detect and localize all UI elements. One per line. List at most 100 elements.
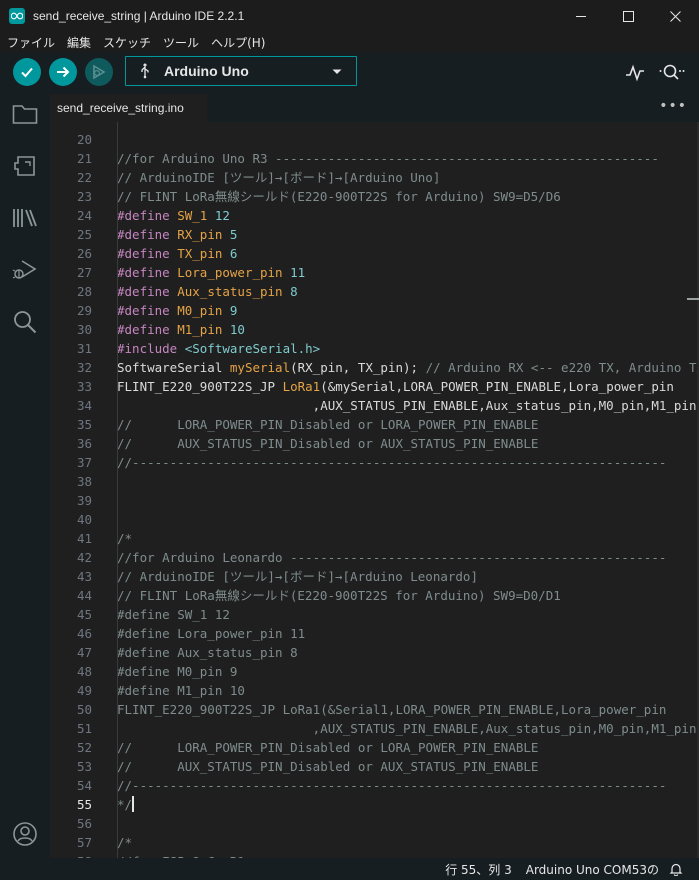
arduino-logo-icon [9,8,25,24]
code-line: #define Aux_status_pin 8 [117,282,298,301]
bell-icon [669,863,683,876]
line-number: 46 [76,626,92,641]
line-number: 42 [76,550,92,565]
board-name: Arduino Uno [164,63,249,79]
code-token: FLINT_E220_900T22S_JP LoRa1(&Serial1,LOR… [117,702,667,717]
usb-icon [141,63,149,79]
code-token: #define Aux_status_pin 8 [117,645,298,660]
menu-sketch[interactable]: スケッチ [103,34,151,51]
toolbar: Arduino Uno [0,52,699,94]
search-button[interactable] [11,308,39,336]
code-token: Aux_status_pin [177,284,283,299]
line-number: 33 [76,379,92,394]
line-number: 26 [76,246,92,261]
notifications-button[interactable] [669,862,683,876]
debug-view-button[interactable] [11,256,39,284]
line-number: 51 [76,721,92,736]
arrow-right-icon [57,66,70,78]
boards-manager-button[interactable] [11,152,39,180]
title-bar: send_receive_string | Arduino IDE 2.2.1 [0,0,699,32]
code-token: 6 [229,246,238,261]
more-actions-icon[interactable]: ••• [659,98,687,114]
search-icon [14,311,37,334]
minimize-button[interactable] [558,0,605,32]
code-token: #define [117,322,178,337]
library-icon [13,209,37,227]
code-token: //--------------------------------------… [117,778,667,793]
tab-label: send_receive_string.ino [57,101,184,115]
activity-sidebar [0,94,50,858]
code-line: // LORA_POWER_PIN_Disabled or LORA_POWER… [117,738,538,757]
status-bar: 行 55、列 3 Arduino Uno COM53の [0,858,699,880]
line-number: 37 [76,455,92,470]
code-token: // ArduinoIDE [ツール]→[ボード]→[Arduino Leona… [117,569,478,584]
menu-file[interactable]: ファイル [7,34,55,51]
code-line: //--------------------------------------… [117,776,666,795]
code-line: // ArduinoIDE [ツール]→[ボード]→[Arduino Leona… [117,567,478,586]
code-line: // ArduinoIDE [ツール]→[ボード]→[Arduino Uno] [117,168,440,187]
code-token: #define [117,284,178,299]
close-window-button[interactable] [652,0,699,32]
upload-button[interactable] [49,58,77,86]
code-line: */ [117,795,134,814]
folder-icon [12,105,38,124]
serial-plotter-button[interactable] [624,62,646,84]
code-line: // FLINT LoRa無線シールド(E220-900T22S for Ard… [117,187,561,206]
serial-monitor-button[interactable] [658,60,686,84]
code-token: */ [117,797,133,812]
code-token: #define [117,227,178,242]
code-line: /* [117,529,132,548]
line-number: 31 [76,341,92,356]
code-token: #include [117,341,185,356]
debug-button[interactable] [85,58,113,86]
debug-icon [93,64,106,80]
code-token: ,AUX_STATUS_PIN_ENABLE,Aux_status_pin,M0… [117,398,699,413]
code-token: // FLINT LoRa無線シールド(E220-900T22S for Ard… [117,189,561,204]
board-selector[interactable]: Arduino Uno [125,56,357,86]
code-token: //--------------------------------------… [117,455,667,470]
line-number: 27 [76,265,92,280]
code-token: #define [117,208,178,223]
line-number: 29 [76,303,92,318]
code-token: //for Arduino Uno R3 -------------------… [117,151,659,166]
maximize-button[interactable] [605,0,652,32]
debug-bug-icon [12,260,37,279]
code-line: #define TX_pin 6 [117,244,237,263]
code-token: // Arduino RX <-- e220 TX, Arduino TX --… [425,360,699,375]
code-line: ,AUX_STATUS_PIN_ENABLE,Aux_status_pin,M0… [117,719,699,738]
code-line: #define Lora_power_pin 11 [117,263,305,282]
line-number: 39 [76,493,92,508]
verify-button[interactable] [13,58,41,86]
code-line: ,AUX_STATUS_PIN_ENABLE,Aux_status_pin,M0… [117,396,699,415]
line-number: 54 [76,778,92,793]
code-token: // FLINT LoRa無線シールド(E220-900T22S for Ard… [117,588,561,603]
menu-help[interactable]: ヘルプ(H) [211,34,265,51]
code-line: #define SW_1 12 [117,605,230,624]
editor-tab-bar: send_receive_string.ino ••• [50,94,699,122]
menu-edit[interactable]: 編集 [67,34,91,51]
line-number: 57 [76,835,92,850]
board-port-status[interactable]: Arduino Uno COM53の [526,861,659,878]
code-line: // FLINT LoRa無線シールド(E220-900T22S for Ard… [117,586,561,605]
code-token: // LORA_POWER_PIN_Disabled or LORA_POWER… [117,740,539,755]
code-token: TX_pin [177,246,223,261]
tab-send-receive-string[interactable]: send_receive_string.ino [50,94,207,122]
menu-tools[interactable]: ツール [163,34,199,51]
code-token: // ArduinoIDE [ツール]→[ボード]→[Arduino Uno] [117,170,441,185]
code-line: #define Aux_status_pin 8 [117,643,298,662]
cursor-position[interactable]: 行 55、列 3 [445,861,512,878]
code-token: SoftwareSerial [117,360,230,375]
line-number: 38 [76,474,92,489]
code-editor[interactable]: 20 21 //for Arduino Uno R3 ---------------… [50,122,699,858]
sketchbook-button[interactable] [11,100,39,128]
account-button[interactable] [11,820,39,848]
line-number: 21 [76,151,92,166]
line-number: 40 [76,512,92,527]
code-line: #include <SoftwareSerial.h> [117,339,320,358]
scrollbar-cursor-marker [687,298,699,300]
library-manager-button[interactable] [11,204,39,232]
code-token: // AUX_STATUS_PIN_Disabled or AUX_STATUS… [117,436,539,451]
